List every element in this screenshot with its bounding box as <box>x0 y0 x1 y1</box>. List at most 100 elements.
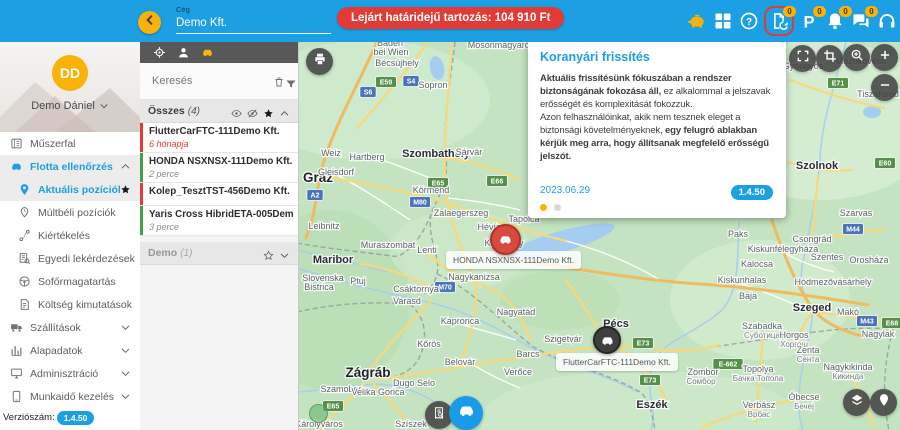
fullscreen-button[interactable] <box>789 45 816 72</box>
road-badge-label: E68 <box>886 321 899 328</box>
vehicle-row[interactable]: FlutterCarFTC-111Demo Kft.6 hónapja <box>140 123 298 153</box>
steering-icon <box>18 275 31 288</box>
map-label: Bistrica <box>304 282 334 292</box>
sidebar-item-9[interactable]: Alapadatok <box>0 339 140 362</box>
group-all-header[interactable]: Összes (4) <box>140 100 298 123</box>
map-label: Суботица <box>744 331 780 340</box>
car-icon <box>457 401 476 425</box>
favorite-star-icon[interactable] <box>120 184 131 195</box>
printer-icon <box>313 52 327 71</box>
topbar-icons: ?0P000 <box>687 0 897 42</box>
sidebar-item-10[interactable]: Adminisztráció <box>0 362 140 385</box>
map-label: Szolnok <box>796 160 839 172</box>
map-label: Szarvas <box>840 208 873 218</box>
road-badge-label: E71 <box>832 81 845 88</box>
sidebar-item-5[interactable]: Egyedi lekérdezések <box>0 247 140 270</box>
chevron-down-icon[interactable] <box>279 248 290 259</box>
map-label: Eszék <box>636 399 668 411</box>
vehicle-name: HONDA NSXNSX-111Demo Kft. <box>149 156 294 168</box>
chat-icon[interactable]: 0 <box>851 11 871 31</box>
company-field[interactable]: Cég Demo Kft. <box>176 5 331 34</box>
map-label: Lenti <box>417 245 437 255</box>
news-popup: Koranyári frissítés Aktuális frissítésün… <box>528 40 786 218</box>
map-label: Zágráb <box>345 365 390 380</box>
sidebar-item-label: Költség kimutatások <box>38 299 140 311</box>
avatar[interactable]: DD <box>52 55 88 91</box>
map-label: Zenta <box>796 345 819 355</box>
parking-icon[interactable]: P0 <box>799 11 819 31</box>
group-demo-header[interactable]: Demo (1) <box>140 242 298 265</box>
crop-icon <box>823 49 837 68</box>
overdue-alert-banner[interactable]: Lejárt határidejű tartozás: 104 910 Ft <box>337 7 564 29</box>
map-label: Кикинда <box>833 372 864 381</box>
filter-icon[interactable] <box>285 77 297 89</box>
sidebar-item-3[interactable]: Múltbéli pozíciók <box>0 201 140 224</box>
locate-button[interactable] <box>870 389 897 416</box>
sidebar-item-0[interactable]: Műszerfal <box>0 132 140 155</box>
map-label: Muraszombat <box>361 240 416 250</box>
company-value[interactable]: Demo Kft. <box>176 17 331 34</box>
carousel-dot[interactable] <box>554 204 561 211</box>
map-pin-icon <box>877 393 891 412</box>
back-button[interactable] <box>138 11 161 34</box>
layers-button[interactable] <box>843 389 870 416</box>
sidebar-item-2[interactable]: Aktuális pozíciók <box>0 178 140 201</box>
sidebar-item-6[interactable]: Sofőrmagatartás <box>0 270 140 293</box>
vehicle-row[interactable]: Kolep_TesztTST-456Demo Kft. <box>140 183 298 206</box>
map-label: Бечеј <box>794 402 814 411</box>
sidebar-item-label: Flotta ellenőrzés <box>30 161 120 173</box>
piggy-bank-icon[interactable] <box>687 11 707 31</box>
document-sync-icon[interactable]: 0 <box>769 11 789 31</box>
group-demo-count: (1) <box>180 248 192 259</box>
headset-icon[interactable] <box>877 11 897 31</box>
carousel-dot-active[interactable] <box>540 204 547 211</box>
vehicle-marker[interactable] <box>593 326 621 354</box>
sidebar-item-label: Adminisztráció <box>30 368 120 380</box>
print-button[interactable] <box>306 48 333 75</box>
version-badge: 1.4.50 <box>57 411 95 425</box>
road-badge-label: E-662 <box>719 362 738 369</box>
road-badge-label: M43 <box>860 319 874 326</box>
star-outline-icon[interactable] <box>263 248 274 259</box>
vehicle-row[interactable]: Yaris Cross HibridETA-005Demo Kft.3 perc… <box>140 206 298 236</box>
map-label: Verőce <box>504 367 532 377</box>
road-badge-label: M80 <box>413 200 427 207</box>
eye-off-icon[interactable] <box>247 106 258 117</box>
area-select-button[interactable] <box>816 45 843 72</box>
zoom-in-button[interactable] <box>871 44 898 71</box>
zoom-search-button[interactable] <box>843 44 870 71</box>
person-icon[interactable] <box>177 46 190 59</box>
road-badge-label: M70 <box>438 285 452 292</box>
trash-icon[interactable] <box>273 75 285 87</box>
receipt-search-icon <box>432 406 446 425</box>
vehicle-name: Kolep_TesztTST-456Demo Kft. <box>149 186 294 198</box>
vehicle-row[interactable]: HONDA NSXNSX-111Demo Kft.2 perce <box>140 153 298 183</box>
chevron-up-icon[interactable] <box>279 106 290 117</box>
bell-icon[interactable]: 0 <box>825 11 845 31</box>
sidebar-item-label: Aktuális pozíciók <box>38 184 120 196</box>
user-menu[interactable]: Demo Dániel <box>0 100 140 112</box>
group-all-count: (4) <box>188 106 200 117</box>
cluster-dot[interactable] <box>309 404 328 423</box>
sidebar: DD Demo Dániel Műszerfal Flotta ellenőrzé… <box>0 42 141 430</box>
chevron-down-icon <box>120 345 131 356</box>
map-label: Maribor <box>313 254 354 266</box>
eye-icon[interactable] <box>231 106 242 117</box>
zoom-out-button[interactable] <box>871 74 898 101</box>
fullscreen-icon <box>796 49 810 68</box>
help-icon[interactable]: ? <box>739 11 759 31</box>
sidebar-item-8[interactable]: Szállítások <box>0 316 140 339</box>
vehicle-tab-icon[interactable] <box>201 46 214 59</box>
grid-icon[interactable] <box>713 11 733 31</box>
search-input[interactable] <box>140 74 249 88</box>
sidebar-item-7[interactable]: Költség kimutatások <box>0 293 140 316</box>
star-icon[interactable] <box>263 106 274 117</box>
vehicle-marker[interactable] <box>490 224 521 255</box>
gps-target-icon[interactable] <box>153 46 166 59</box>
vehicle-mode-button[interactable] <box>449 396 483 430</box>
road-badge-label: E73 <box>637 341 650 348</box>
map-label: Sárvár <box>456 147 483 157</box>
map-label: Szentes <box>811 252 844 262</box>
sidebar-item-4[interactable]: Kiértékelés <box>0 224 140 247</box>
sidebar-item-1[interactable]: Flotta ellenőrzés <box>0 155 140 178</box>
